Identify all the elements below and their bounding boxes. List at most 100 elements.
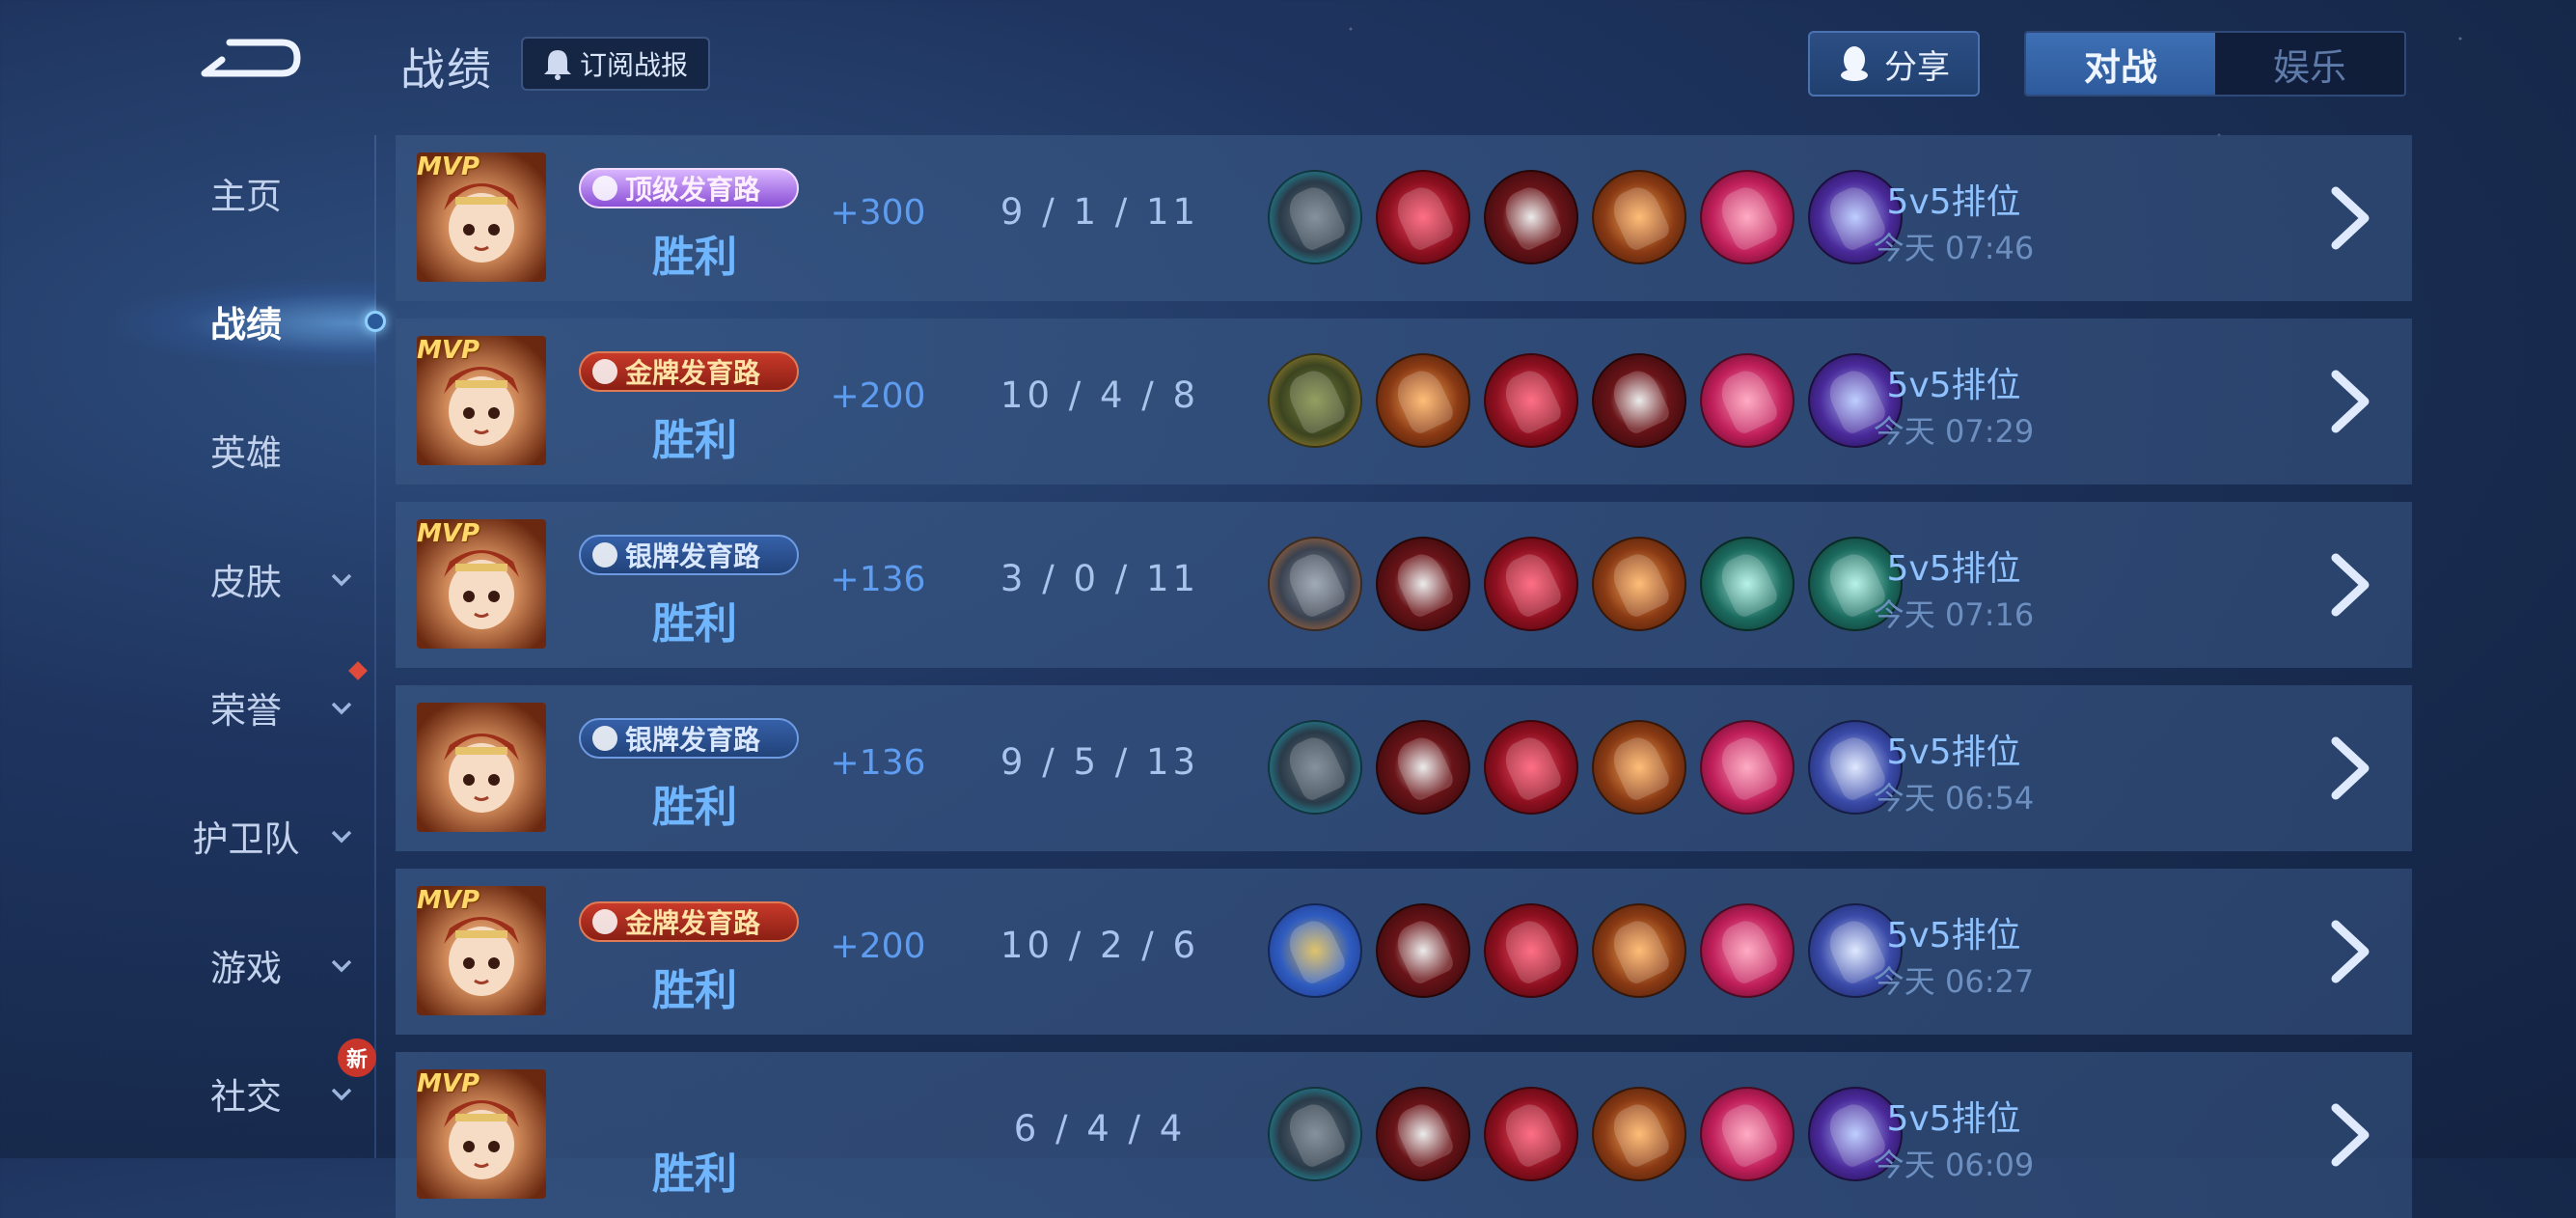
boots-orange-icon xyxy=(1268,537,1362,631)
rank-badge-label: 银牌发育路 xyxy=(625,724,761,756)
mask-red-icon xyxy=(1484,720,1578,815)
sidebar-item-1[interactable]: 战绩 xyxy=(0,283,386,360)
chevron-right-icon[interactable] xyxy=(2320,550,2378,620)
back-arrow-icon xyxy=(201,39,301,77)
chevron-right-icon[interactable] xyxy=(2320,734,2378,803)
sidebar-item-label: 皮肤 xyxy=(210,562,282,603)
mvp-label: MVP xyxy=(417,519,480,548)
match-result: 胜利 xyxy=(652,416,737,465)
rank-badge-label: 顶级发育路 xyxy=(625,174,761,206)
mode-tabs: 对战 娱乐 xyxy=(2024,31,2406,97)
match-row[interactable]: MVP 银牌发育路 胜利 +136 3 / 0 / 11 5v5排位 今天 07:16 xyxy=(396,502,2412,668)
qq-penguin-icon xyxy=(1841,46,1868,81)
sidebar-item-label: 游戏 xyxy=(210,948,282,989)
rank-badge-label: 金牌发育路 xyxy=(625,357,761,389)
page-title: 战绩 xyxy=(400,43,493,96)
kda-stats: 9 / 5 / 13 xyxy=(1000,741,1200,783)
sidebar-item-label: 护卫队 xyxy=(192,818,300,860)
hero-avatar: MVP xyxy=(417,152,546,282)
kda-stats: 9 / 1 / 11 xyxy=(1000,191,1200,233)
chevron-right-icon[interactable] xyxy=(2320,917,2378,986)
blade-red-icon xyxy=(1376,903,1470,998)
match-row[interactable]: MVP 金牌发育路 胜利 +200 10 / 4 / 8 5v5排位 今天 07:29 xyxy=(396,318,2412,484)
rank-badge: 金牌发育路 xyxy=(579,351,799,392)
subscribe-label: 订阅战报 xyxy=(579,49,688,81)
chevron-right-icon[interactable] xyxy=(2320,367,2378,436)
match-time: 今天 06:27 xyxy=(1873,963,2035,1000)
sidebar-item-6[interactable]: 游戏 xyxy=(0,927,386,1004)
match-result: 胜利 xyxy=(652,966,737,1015)
chevron-down-icon xyxy=(331,702,352,715)
sidebar-item-3[interactable]: 皮肤 xyxy=(0,540,386,618)
match-row[interactable]: MVP 金牌发育路 胜利 +200 10 / 2 / 6 5v5排位 今天 06:27 xyxy=(396,869,2412,1035)
game-mode: 5v5排位 xyxy=(1886,182,2021,222)
blade-orange-icon xyxy=(1376,353,1470,448)
rank-badge-label: 金牌发育路 xyxy=(625,907,761,939)
kda-stats: 6 / 4 / 4 xyxy=(1013,1108,1187,1149)
hero-avatar: MVP xyxy=(417,886,546,1015)
game-mode: 5v5排位 xyxy=(1886,916,2021,955)
match-row[interactable]: MVP 胜利 6 / 4 / 4 5v5排位 今天 06:09 xyxy=(396,1052,2412,1218)
blade-pink-icon xyxy=(1700,903,1795,998)
blade-orange-icon xyxy=(1592,720,1686,815)
kda-stats: 3 / 0 / 11 xyxy=(1000,558,1200,599)
match-result: 胜利 xyxy=(652,599,737,649)
mask-red-icon xyxy=(1376,170,1470,264)
blade-pink-icon xyxy=(1700,170,1795,264)
blade-pink-icon xyxy=(1700,1087,1795,1181)
rank-emblem-icon xyxy=(592,909,617,934)
game-mode: 5v5排位 xyxy=(1886,1099,2021,1139)
sidebar-item-label: 主页 xyxy=(210,176,282,217)
match-time: 今天 07:46 xyxy=(1873,230,2035,266)
sidebar-item-label: 战绩 xyxy=(210,304,282,346)
tab-battle[interactable]: 对战 xyxy=(2026,33,2215,95)
back-button[interactable] xyxy=(193,31,309,89)
hero-avatar: MVP xyxy=(417,336,546,465)
sidebar-item-label: 英雄 xyxy=(210,432,282,474)
chevron-right-icon[interactable] xyxy=(2320,183,2378,253)
hero-avatar xyxy=(417,703,546,832)
hero-avatar: MVP xyxy=(417,519,546,649)
blade-orange-icon xyxy=(1592,1087,1686,1181)
sidebar-item-5[interactable]: 护卫队 xyxy=(0,797,386,874)
boots-teal-icon xyxy=(1268,170,1362,264)
subscribe-report-button[interactable]: 订阅战报 xyxy=(521,37,710,91)
match-time: 今天 07:29 xyxy=(1873,413,2035,450)
blade-orange-icon xyxy=(1592,903,1686,998)
chevron-right-icon[interactable] xyxy=(2320,1100,2378,1170)
match-row[interactable]: 银牌发育路 胜利 +136 9 / 5 / 13 5v5排位 今天 06:54 xyxy=(396,685,2412,851)
sidebar-item-4[interactable]: 荣誉 xyxy=(0,669,386,746)
rank-emblem-icon xyxy=(592,359,617,384)
hero-avatar: MVP xyxy=(417,1069,546,1199)
equipment-list xyxy=(1268,903,1903,998)
sidebar-item-2[interactable]: 英雄 xyxy=(0,411,386,488)
mask-red-icon xyxy=(1484,1087,1578,1181)
tab-entertainment[interactable]: 娱乐 xyxy=(2215,33,2404,95)
mvp-label: MVP xyxy=(417,336,480,365)
blade-orange-icon xyxy=(1592,170,1686,264)
boots-gold-icon xyxy=(1268,353,1362,448)
match-result: 胜利 xyxy=(652,1149,737,1199)
blade-green-icon xyxy=(1700,537,1795,631)
sidebar-item-0[interactable]: 主页 xyxy=(0,154,386,232)
chevron-down-icon xyxy=(331,573,352,587)
equipment-list xyxy=(1268,720,1903,815)
chevron-down-icon xyxy=(331,959,352,973)
score-change: +300 xyxy=(830,193,926,233)
blade-red-icon xyxy=(1484,170,1578,264)
hero-portrait-icon xyxy=(417,703,546,832)
rank-emblem-icon xyxy=(592,726,617,751)
sidebar-item-label: 荣誉 xyxy=(210,690,282,732)
chevron-down-icon xyxy=(331,1088,352,1101)
sidebar-item-7[interactable]: 社交 xyxy=(0,1055,386,1132)
mask-red-icon xyxy=(1484,537,1578,631)
share-button[interactable]: 分享 xyxy=(1808,31,1980,97)
blade-orange-icon xyxy=(1592,537,1686,631)
game-mode: 5v5排位 xyxy=(1886,366,2021,405)
equipment-list xyxy=(1268,353,1903,448)
blade-pink-icon xyxy=(1700,720,1795,815)
equipment-list xyxy=(1268,1087,1903,1181)
mask-red-icon xyxy=(1484,353,1578,448)
match-row[interactable]: MVP 顶级发育路 胜利 +300 9 / 1 / 11 5v5排位 今天 07:46 xyxy=(396,135,2412,301)
equipment-list xyxy=(1268,170,1903,264)
